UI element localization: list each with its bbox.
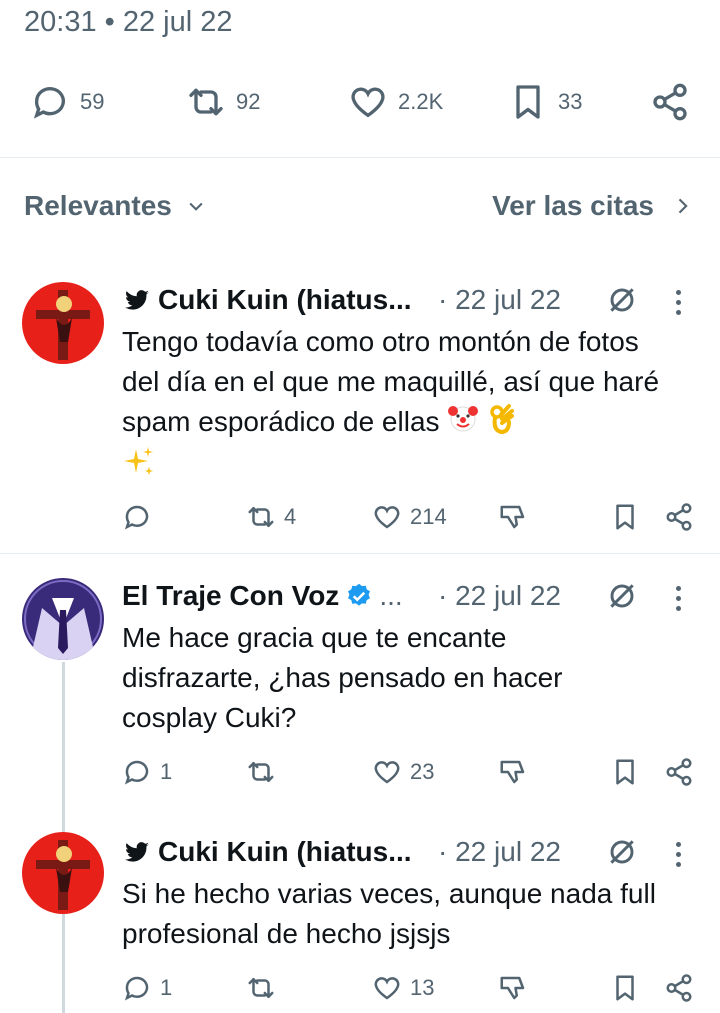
like-button[interactable]: 23 — [372, 757, 434, 787]
more-options-icon[interactable] — [676, 586, 681, 611]
share-button[interactable] — [650, 82, 690, 122]
share-icon — [666, 503, 692, 531]
dislike-button[interactable] — [498, 973, 528, 1003]
retweet-button[interactable]: 4 — [246, 502, 296, 532]
reply-icon — [124, 505, 149, 530]
reply-text: Me hace gracia que te encante disfrazart… — [122, 622, 563, 733]
retweet-button[interactable] — [246, 757, 276, 787]
twitter-bird-icon — [125, 842, 149, 862]
sort-label: Relevantes — [24, 190, 172, 221]
reply-button[interactable] — [122, 502, 152, 532]
share-button[interactable] — [664, 502, 694, 532]
bookmark-icon — [516, 85, 540, 119]
reply-text: Tengo todavía como otro montón de fotos … — [122, 322, 682, 490]
reply-button[interactable]: 1 — [122, 757, 172, 787]
sparkles-emoji-icon — [122, 445, 156, 490]
author-name[interactable]: El Traje Con Voz ... — [122, 580, 403, 612]
dislike-button[interactable] — [498, 757, 528, 787]
thumbs-down-icon — [500, 976, 525, 1000]
bookmark-icon — [616, 504, 634, 530]
author-name[interactable]: Cuki Kuin (hiatus... — [122, 284, 412, 316]
share-button[interactable] — [664, 757, 694, 787]
bookmark-button[interactable] — [610, 502, 640, 532]
retweet-icon — [248, 978, 274, 998]
reply-count: 59 — [80, 89, 105, 114]
retweet-icon — [248, 507, 274, 527]
bookmark-icon — [616, 759, 634, 785]
reply-text: Si he hecho varias veces, aunque nada fu… — [122, 878, 656, 949]
like-count: 23 — [410, 759, 435, 784]
thumbs-down-icon — [500, 760, 525, 784]
reply-icon — [33, 87, 65, 119]
bookmark-count-button[interactable]: 33 — [508, 82, 582, 122]
like-count-button[interactable]: 2.2K — [348, 82, 443, 122]
clown-emoji-icon — [447, 402, 479, 445]
sort-dropdown[interactable]: Relevantes — [24, 190, 206, 222]
twitter-bird-icon — [125, 290, 149, 310]
author-name[interactable]: Cuki Kuin (hiatus... — [122, 836, 412, 868]
avatar[interactable] — [22, 282, 104, 364]
thumbs-down-icon — [500, 505, 525, 529]
dislike-button[interactable] — [498, 502, 528, 532]
like-button[interactable]: 214 — [372, 502, 447, 532]
retweet-count: 4 — [284, 504, 297, 529]
reply-date[interactable]: · 22 jul 22 — [438, 284, 561, 316]
avatar[interactable] — [22, 578, 104, 660]
bookmark-icon — [616, 975, 634, 1001]
more-options-icon[interactable] — [676, 842, 681, 867]
retweet-icon — [189, 88, 223, 116]
bookmark-button[interactable] — [610, 973, 640, 1003]
retweet-count: 92 — [236, 89, 261, 114]
verified-badge-icon — [348, 583, 371, 606]
reply-icon — [124, 976, 149, 1001]
reply-date[interactable]: · 22 jul 22 — [438, 580, 561, 612]
ok-hand-emoji-icon — [487, 402, 515, 445]
like-count: 13 — [410, 975, 435, 1000]
like-count: 2.2K — [398, 89, 444, 114]
chevron-down-icon — [189, 202, 203, 211]
like-count: 214 — [410, 504, 447, 529]
share-icon — [653, 83, 687, 121]
divider — [0, 157, 720, 158]
retweet-button[interactable] — [246, 973, 276, 1003]
heart-icon — [374, 977, 400, 1000]
share-icon — [666, 974, 692, 1002]
reply-count: 1 — [160, 975, 173, 1000]
translate-off-icon[interactable] — [606, 284, 638, 316]
reply-count: 1 — [160, 759, 173, 784]
retweet-icon — [248, 762, 274, 782]
share-icon — [666, 758, 692, 786]
reply-button[interactable]: 1 — [122, 973, 172, 1003]
heart-icon — [351, 87, 385, 118]
reply-count-button[interactable]: 59 — [30, 82, 104, 122]
retweet-count-button[interactable]: 92 — [186, 82, 260, 122]
bookmark-count: 33 — [558, 89, 583, 114]
like-button[interactable]: 13 — [372, 973, 434, 1003]
heart-icon — [374, 761, 400, 784]
tweet-timestamp: 20:31 • 22 jul 22 — [24, 6, 233, 38]
view-quotes-link[interactable]: Ver las citas — [492, 190, 692, 222]
bookmark-button[interactable] — [610, 757, 640, 787]
share-button[interactable] — [664, 973, 694, 1003]
more-options-icon[interactable] — [676, 290, 681, 315]
translate-off-icon[interactable] — [606, 836, 638, 868]
reply-date[interactable]: · 22 jul 22 — [438, 836, 561, 868]
view-quotes-label: Ver las citas — [492, 190, 654, 221]
translate-off-icon[interactable] — [606, 580, 638, 612]
avatar[interactable] — [22, 832, 104, 914]
chevron-right-icon — [678, 198, 688, 214]
heart-icon — [374, 506, 400, 529]
reply-icon — [124, 760, 149, 785]
divider — [0, 553, 720, 554]
